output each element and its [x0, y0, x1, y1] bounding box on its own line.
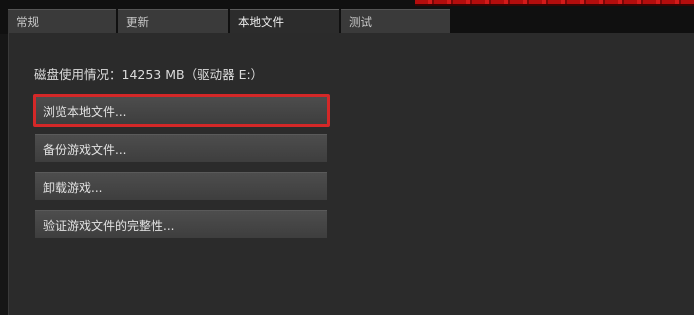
tab-general[interactable]: 常规 — [8, 9, 116, 34]
properties-window: 常规 更新 本地文件 测试 磁盘使用情况：14253 MB（驱动器 E:） 浏览… — [0, 0, 694, 315]
tab-betas[interactable]: 测试 — [341, 9, 450, 34]
uninstall-game-button[interactable]: 卸载游戏... — [35, 172, 327, 200]
local-files-panel: 磁盘使用情况：14253 MB（驱动器 E:） 浏览本地文件... 备份游戏文件… — [8, 33, 694, 315]
backup-game-files-button[interactable]: 备份游戏文件... — [35, 134, 327, 162]
watermark-stroke — [415, 0, 694, 6]
verify-integrity-button[interactable]: 验证游戏文件的完整性... — [35, 210, 327, 238]
disk-usage-label: 磁盘使用情况：14253 MB（驱动器 E:） — [34, 67, 264, 82]
tab-local-files[interactable]: 本地文件 — [230, 9, 339, 34]
highlight-annotation — [33, 94, 330, 127]
watermark-banner — [415, 0, 694, 9]
tab-updates[interactable]: 更新 — [118, 9, 228, 34]
tab-bar: 常规 更新 本地文件 测试 — [0, 0, 694, 34]
